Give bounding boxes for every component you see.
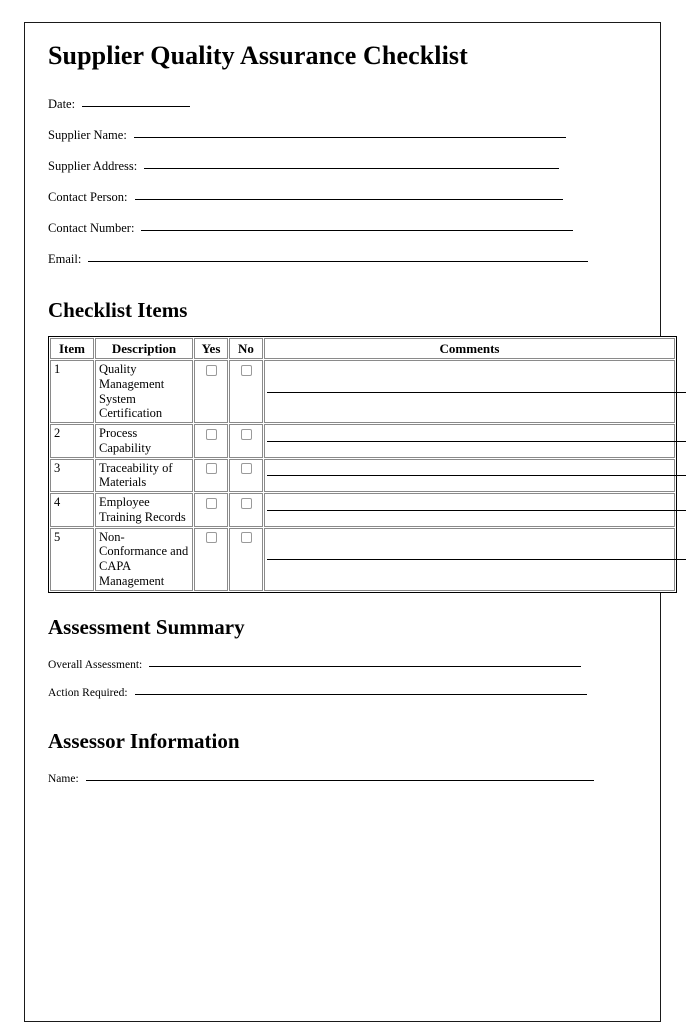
page-title: Supplier Quality Assurance Checklist — [48, 41, 468, 70]
assessment-summary-field-write-in-line[interactable] — [149, 665, 582, 667]
cell-description: Employee Training Records — [95, 493, 193, 527]
assessment-summary-field-row: Overall Assessment: — [48, 659, 688, 673]
comment-write-in-line[interactable] — [267, 559, 686, 561]
section-heading-assessor-information: Assessor Information — [48, 729, 240, 754]
column-header-yes: Yes — [194, 337, 228, 360]
checklist-table-wrapper: Item Description Yes No Comments 1 Qualit… — [48, 335, 688, 593]
table-row: 1 Quality Management System Certification — [50, 360, 686, 424]
column-header-description: Description — [95, 337, 193, 360]
checkbox-no[interactable] — [240, 497, 252, 509]
cell-comments[interactable] — [264, 360, 686, 424]
supplier-info-field-write-in-line[interactable] — [144, 167, 560, 169]
supplier-info-field-label: Contact Person: — [48, 189, 128, 204]
cell-item-number: 2 — [50, 424, 94, 458]
supplier-info-field-write-in-line[interactable] — [133, 136, 566, 138]
supplier-info-field-row: Contact Number: — [48, 221, 688, 236]
assessment-summary-field-label: Action Required: — [48, 686, 128, 699]
assessor-information-field-write-in-line[interactable] — [85, 780, 594, 782]
supplier-info-field-label: Supplier Address: — [48, 158, 138, 173]
cell-yes[interactable] — [194, 527, 228, 591]
cell-description: Process Capability — [95, 424, 193, 458]
checkbox-yes[interactable] — [205, 497, 217, 509]
supplier-info-field-row: Email: — [48, 252, 688, 267]
cell-description: Non-Conformance and CAPA Management — [95, 527, 193, 591]
column-header-no: No — [229, 337, 263, 360]
cell-no[interactable] — [229, 458, 263, 493]
cell-yes[interactable] — [194, 493, 228, 527]
table-row: 5 Non-Conformance and CAPA Management — [50, 527, 686, 591]
assessor-information-fields: Name: — [48, 773, 688, 787]
supplier-info-field-write-in-line[interactable] — [141, 229, 574, 231]
checkbox-yes[interactable] — [205, 532, 217, 544]
cell-yes[interactable] — [194, 458, 228, 493]
assessor-information-field-row: Name: — [48, 773, 688, 787]
table-row: 3 Traceability of Materials — [50, 458, 686, 493]
table-header-row: Item Description Yes No Comments — [50, 337, 675, 360]
assessment-summary-field-row: Action Required: — [48, 687, 688, 701]
supplier-info-field-row: Supplier Name: — [48, 128, 688, 143]
table-row: 2 Process Capability — [50, 424, 686, 458]
supplier-info-field-write-in-line[interactable] — [134, 198, 563, 200]
supplier-info-field-row: Supplier Address: — [48, 159, 688, 174]
cell-item-number: 1 — [50, 360, 94, 424]
cell-yes[interactable] — [194, 424, 228, 458]
document-body: Supplier Quality Assurance Checklist Dat… — [48, 41, 688, 801]
cell-item-number: 3 — [50, 458, 94, 493]
comment-write-in-line[interactable] — [267, 475, 686, 477]
cell-comments[interactable] — [264, 527, 686, 591]
assessment-summary-field-label: Overall Assessment: — [48, 658, 143, 671]
cell-item-number: 5 — [50, 527, 94, 591]
supplier-info-field-row: Date: — [48, 97, 688, 112]
cell-comments[interactable] — [264, 493, 686, 527]
cell-comments[interactable] — [264, 424, 686, 458]
supplier-info-field-label: Date: — [48, 96, 76, 111]
cell-no[interactable] — [229, 493, 263, 527]
supplier-info-field-label: Contact Number: — [48, 220, 135, 235]
assessment-summary-field-write-in-line[interactable] — [134, 693, 587, 695]
assessor-information-field-label: Name: — [48, 773, 79, 786]
checkbox-no[interactable] — [240, 364, 252, 376]
comment-write-in-line[interactable] — [267, 391, 686, 393]
section-heading-checklist-items: Checklist Items — [48, 297, 188, 322]
cell-description: Quality Management System Certification — [95, 360, 193, 424]
table-row: 4 Employee Training Records — [50, 493, 686, 527]
supplier-info-field-label: Supplier Name: — [48, 127, 127, 142]
supplier-info-field-write-in-line[interactable] — [88, 260, 589, 262]
cell-no[interactable] — [229, 360, 263, 424]
cell-item-number: 4 — [50, 493, 94, 527]
checkbox-no[interactable] — [240, 428, 252, 440]
assessment-summary-fields: Overall Assessment: Action Required: — [48, 659, 688, 701]
column-header-comments: Comments — [264, 337, 675, 360]
cell-no[interactable] — [229, 527, 263, 591]
supplier-info-field-row: Contact Person: — [48, 190, 688, 205]
checkbox-yes[interactable] — [205, 428, 217, 440]
checkbox-yes[interactable] — [205, 364, 217, 376]
supplier-info-fields: Date: Supplier Name: Supplier Address: Cont… — [48, 97, 688, 267]
cell-no[interactable] — [229, 424, 263, 458]
comment-write-in-line[interactable] — [267, 509, 686, 511]
checklist-table: Item Description Yes No Comments 1 Qualit… — [48, 335, 686, 593]
supplier-info-field-write-in-line[interactable] — [82, 105, 191, 107]
checkbox-yes[interactable] — [205, 463, 217, 475]
checkbox-no[interactable] — [240, 532, 252, 544]
comment-write-in-line[interactable] — [267, 440, 686, 442]
cell-yes[interactable] — [194, 360, 228, 424]
checkbox-no[interactable] — [240, 463, 252, 475]
supplier-info-field-label: Email: — [48, 251, 82, 266]
cell-description: Traceability of Materials — [95, 458, 193, 493]
section-heading-assessment-summary: Assessment Summary — [48, 614, 245, 639]
column-header-item: Item — [50, 337, 94, 360]
cell-comments[interactable] — [264, 458, 686, 493]
